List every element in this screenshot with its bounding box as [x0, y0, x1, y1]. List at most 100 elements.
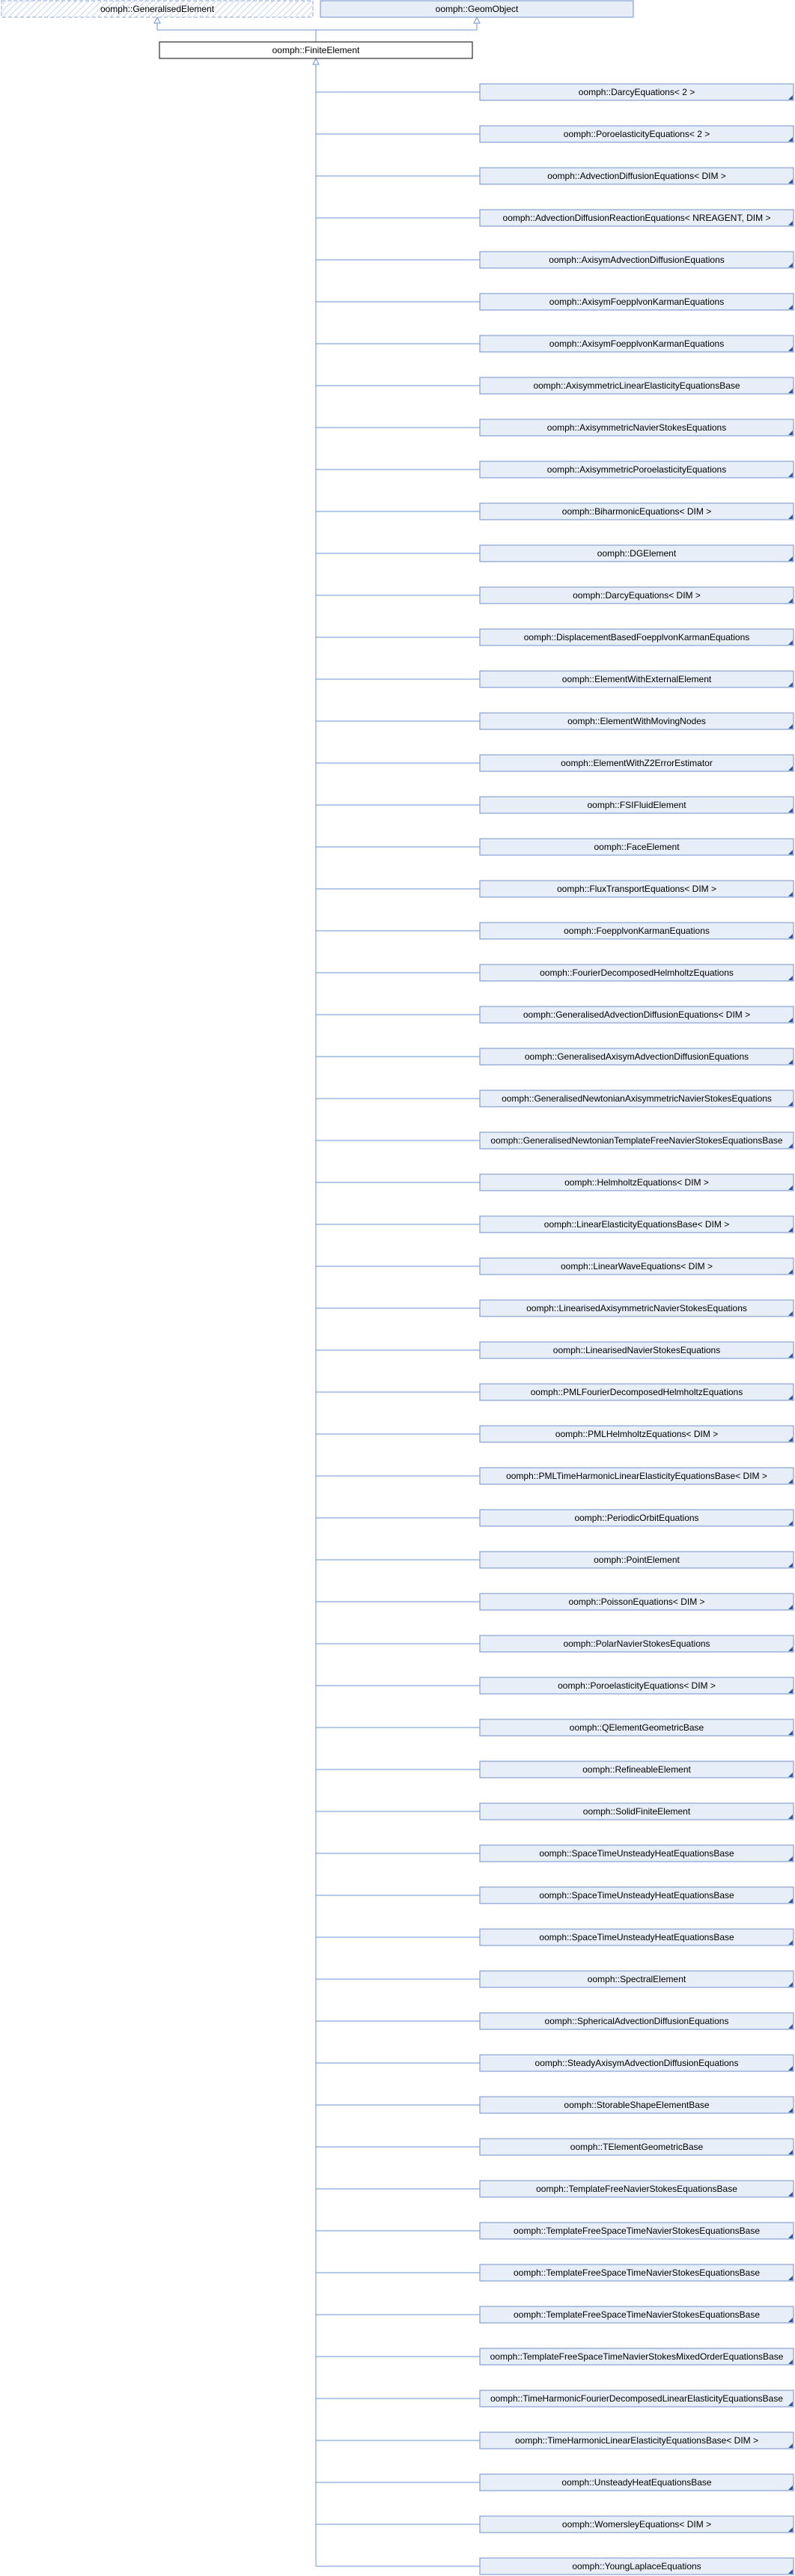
derived-class-label: oomph::FoepplvonKarmanEquations [564, 926, 710, 936]
parent-label-generalised-element: oomph::GeneralisedElement [100, 4, 215, 14]
derived-class-box[interactable]: oomph::LinearWaveEquations< DIM > [479, 1257, 794, 1275]
derived-class-label: oomph::PeriodicOrbitEquations [574, 1513, 698, 1523]
derived-class-box[interactable]: oomph::GeneralisedAdvectionDiffusionEqua… [479, 1006, 794, 1024]
derived-class-box[interactable]: oomph::SpaceTimeUnsteadyHeatEquationsBas… [479, 1886, 794, 1904]
derived-class-box[interactable]: oomph::AxisymmetricPoroelasticityEquatio… [479, 461, 794, 479]
derived-class-box[interactable]: oomph::FaceElement [479, 838, 794, 856]
derived-class-box[interactable]: oomph::PolarNavierStokesEquations [479, 1635, 794, 1653]
derived-class-label: oomph::LinearisedAxisymmetricNavierStoke… [526, 1303, 747, 1313]
derived-class-label: oomph::AxisymAdvectionDiffusionEquations [549, 255, 725, 265]
derived-class-box[interactable]: oomph::TemplateFreeSpaceTimeNavierStokes… [479, 2222, 794, 2240]
derived-class-box[interactable]: oomph::RefineableElement [479, 1761, 794, 1778]
derived-class-box[interactable]: oomph::AxisymFoepplvonKarmanEquations [479, 335, 794, 353]
derived-class-label: oomph::YoungLaplaceEquations [572, 2561, 701, 2572]
derived-class-label: oomph::DarcyEquations< 2 > [579, 87, 695, 97]
inheritance-diagram: oomph::GeneralisedElement oomph::GeomObj… [1, 0, 794, 2575]
derived-class-box[interactable]: oomph::LinearisedAxisymmetricNavierStoke… [479, 1299, 794, 1317]
derived-class-label: oomph::TemplateFreeSpaceTimeNavierStokes… [490, 2351, 784, 2362]
derived-class-label: oomph::DGElement [597, 548, 677, 559]
derived-class-box[interactable]: oomph::AxisymmetricNavierStokesEquations [479, 419, 794, 437]
derived-class-box[interactable]: oomph::AxisymmetricLinearElasticityEquat… [479, 377, 794, 395]
derived-class-box[interactable]: oomph::YoungLaplaceEquations [479, 2557, 794, 2575]
root-label: oomph::FiniteElement [272, 45, 360, 55]
derived-class-box[interactable]: oomph::SpectralElement [479, 1970, 794, 1988]
derived-class-box[interactable]: oomph::TElementGeometricBase [479, 2138, 794, 2156]
derived-class-label: oomph::AxisymmetricLinearElasticityEquat… [533, 380, 740, 391]
parent-box-geom-object[interactable]: oomph::GeomObject [320, 0, 634, 18]
derived-class-box[interactable]: oomph::SteadyAxisymAdvectionDiffusionEqu… [479, 2054, 794, 2072]
derived-class-box[interactable]: oomph::StorableShapeElementBase [479, 2096, 794, 2114]
derived-class-label: oomph::AxisymmetricNavierStokesEquations [547, 422, 726, 433]
derived-class-label: oomph::TemplateFreeNavierStokesEquations… [536, 2184, 737, 2194]
derived-class-label: oomph::RefineableElement [582, 1764, 691, 1775]
derived-class-label: oomph::SteadyAxisymAdvectionDiffusionEqu… [535, 2058, 739, 2068]
derived-class-label: oomph::SpaceTimeUnsteadyHeatEquationsBas… [539, 1848, 734, 1859]
derived-class-box[interactable]: oomph::WomersleyEquations< DIM > [479, 2515, 794, 2533]
derived-class-box[interactable]: oomph::FoepplvonKarmanEquations [479, 922, 794, 940]
derived-class-box[interactable]: oomph::DarcyEquations< DIM > [479, 586, 794, 604]
derived-class-box[interactable]: oomph::QElementGeometricBase [479, 1719, 794, 1737]
derived-class-label: oomph::TimeHarmonicLinearElasticityEquat… [515, 2435, 758, 2446]
derived-class-box[interactable]: oomph::TemplateFreeSpaceTimeNavierStokes… [479, 2264, 794, 2282]
derived-class-label: oomph::AdvectionDiffusionReactionEquatio… [503, 213, 771, 223]
derived-class-label: oomph::FluxTransportEquations< DIM > [557, 884, 716, 894]
derived-class-label: oomph::FaceElement [594, 842, 680, 852]
derived-class-box[interactable]: oomph::FluxTransportEquations< DIM > [479, 880, 794, 898]
derived-class-box[interactable]: oomph::TemplateFreeSpaceTimeNavierStokes… [479, 2348, 794, 2366]
derived-class-box[interactable]: oomph::FourierDecomposedHelmholtzEquatio… [479, 964, 794, 982]
derived-class-box[interactable]: oomph::PointElement [479, 1551, 794, 1569]
derived-class-box[interactable]: oomph::LinearElasticityEquationsBase< DI… [479, 1215, 794, 1233]
root-box-finite-element[interactable]: oomph::FiniteElement [159, 41, 473, 59]
derived-class-box[interactable]: oomph::AdvectionDiffusionReactionEquatio… [479, 209, 794, 227]
derived-class-box[interactable]: oomph::PMLTimeHarmonicLinearElasticityEq… [479, 1467, 794, 1485]
derived-class-label: oomph::FourierDecomposedHelmholtzEquatio… [540, 967, 734, 978]
derived-class-box[interactable]: oomph::ElementWithZ2ErrorEstimator [479, 754, 794, 772]
derived-class-label: oomph::LinearisedNavierStokesEquations [553, 1345, 720, 1355]
derived-class-label: oomph::LinearWaveEquations< DIM > [561, 1261, 713, 1272]
derived-class-label: oomph::ElementWithMovingNodes [567, 716, 706, 726]
parent-box-generalised-element[interactable]: oomph::GeneralisedElement [1, 0, 314, 18]
derived-class-box[interactable]: oomph::GeneralisedAxisymAdvectionDiffusi… [479, 1048, 794, 1066]
derived-class-box[interactable]: oomph::UnsteadyHeatEquationsBase [479, 2473, 794, 2491]
derived-class-box[interactable]: oomph::PoissonEquations< DIM > [479, 1593, 794, 1611]
derived-class-box[interactable]: oomph::HelmholtzEquations< DIM > [479, 1173, 794, 1191]
connector-lines [153, 16, 481, 2567]
derived-class-label: oomph::PoissonEquations< DIM > [568, 1597, 704, 1607]
derived-class-box[interactable]: oomph::PeriodicOrbitEquations [479, 1509, 794, 1527]
derived-class-label: oomph::PoroelasticityEquations< DIM > [558, 1680, 716, 1691]
derived-class-box[interactable]: oomph::FSIFluidElement [479, 796, 794, 814]
derived-class-box[interactable]: oomph::AdvectionDiffusionEquations< DIM … [479, 167, 794, 185]
derived-class-label: oomph::ElementWithZ2ErrorEstimator [561, 758, 713, 768]
derived-class-box[interactable]: oomph::DGElement [479, 544, 794, 562]
derived-class-box[interactable]: oomph::PoroelasticityEquations< 2 > [479, 125, 794, 143]
derived-class-box[interactable]: oomph::AxisymFoepplvonKarmanEquations [479, 293, 794, 311]
derived-class-box[interactable]: oomph::BiharmonicEquations< DIM > [479, 502, 794, 520]
derived-class-label: oomph::GeneralisedAxisymAdvectionDiffusi… [525, 1051, 749, 1062]
derived-class-box[interactable]: oomph::TemplateFreeNavierStokesEquations… [479, 2180, 794, 2198]
derived-class-box[interactable]: oomph::LinearisedNavierStokesEquations [479, 1341, 794, 1359]
derived-class-box[interactable]: oomph::PMLFourierDecomposedHelmholtzEqua… [479, 1383, 794, 1401]
derived-class-box[interactable]: oomph::TimeHarmonicLinearElasticityEquat… [479, 2431, 794, 2449]
derived-class-label: oomph::PMLFourierDecomposedHelmholtzEqua… [531, 1387, 743, 1397]
derived-class-label: oomph::DarcyEquations< DIM > [573, 590, 701, 601]
derived-class-box[interactable]: oomph::PMLHelmholtzEquations< DIM > [479, 1425, 794, 1443]
derived-class-box[interactable]: oomph::SphericalAdvectionDiffusionEquati… [479, 2012, 794, 2030]
derived-class-label: oomph::ElementWithExternalElement [562, 674, 712, 684]
derived-class-box[interactable]: oomph::GeneralisedNewtonianAxisymmetricN… [479, 1090, 794, 1108]
derived-class-box[interactable]: oomph::SpaceTimeUnsteadyHeatEquationsBas… [479, 1928, 794, 1946]
derived-class-label: oomph::PMLHelmholtzEquations< DIM > [555, 1429, 718, 1439]
derived-class-label: oomph::AxisymFoepplvonKarmanEquations [549, 338, 724, 349]
derived-class-box[interactable]: oomph::AxisymAdvectionDiffusionEquations [479, 251, 794, 269]
derived-class-label: oomph::LinearElasticityEquationsBase< DI… [544, 1219, 729, 1230]
derived-class-box[interactable]: oomph::GeneralisedNewtonianTemplateFreeN… [479, 1131, 794, 1149]
derived-class-box[interactable]: oomph::DisplacementBasedFoepplvonKarmanE… [479, 628, 794, 646]
derived-class-label: oomph::FSIFluidElement [587, 800, 686, 810]
derived-class-box[interactable]: oomph::DarcyEquations< 2 > [479, 83, 794, 101]
derived-class-box[interactable]: oomph::SolidFiniteElement [479, 1802, 794, 1820]
derived-class-box[interactable]: oomph::TemplateFreeSpaceTimeNavierStokes… [479, 2306, 794, 2324]
derived-class-box[interactable]: oomph::SpaceTimeUnsteadyHeatEquationsBas… [479, 1844, 794, 1862]
derived-class-box[interactable]: oomph::ElementWithExternalElement [479, 670, 794, 688]
derived-class-box[interactable]: oomph::PoroelasticityEquations< DIM > [479, 1677, 794, 1695]
derived-class-box[interactable]: oomph::TimeHarmonicFourierDecomposedLine… [479, 2390, 794, 2408]
derived-class-box[interactable]: oomph::ElementWithMovingNodes [479, 712, 794, 730]
